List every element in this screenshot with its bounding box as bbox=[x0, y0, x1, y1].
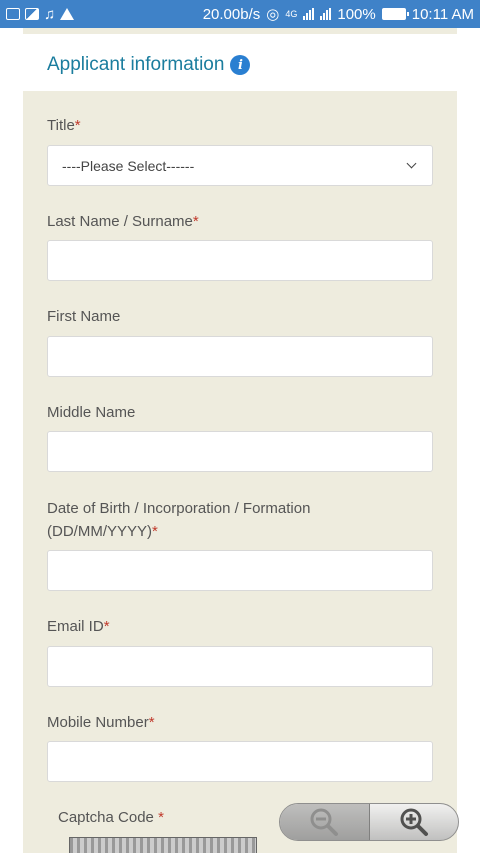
battery-percent: 100% bbox=[337, 5, 376, 23]
mobile-input[interactable] bbox=[47, 741, 433, 782]
required-marker: * bbox=[148, 714, 155, 731]
title-select-value: ----Please Select------ bbox=[62, 157, 195, 174]
music-icon: ♫ bbox=[44, 5, 56, 23]
clock: 10:11 AM bbox=[411, 5, 474, 23]
previous-panel-edge bbox=[23, 28, 457, 34]
required-marker: * bbox=[152, 523, 158, 540]
captcha-label: Captcha Code * bbox=[58, 809, 164, 826]
email-label: Email ID* bbox=[47, 618, 110, 635]
captcha-image bbox=[69, 837, 257, 853]
notification-icons: ♫ bbox=[6, 5, 75, 23]
last-name-input[interactable] bbox=[47, 240, 433, 281]
first-name-label: First Name bbox=[47, 308, 121, 325]
status-bar: ♫ 20.00b/s ◎ 4G 100% 10:11 AM bbox=[0, 0, 480, 28]
zoom-out-button[interactable] bbox=[280, 804, 370, 840]
message-icon bbox=[6, 8, 20, 20]
signal-icon bbox=[303, 8, 315, 20]
middle-name-input[interactable] bbox=[47, 431, 433, 472]
title-label: Title* bbox=[47, 117, 81, 134]
required-marker: * bbox=[192, 213, 199, 230]
network-speed: 20.00b/s bbox=[202, 5, 261, 23]
required-marker: * bbox=[74, 117, 81, 134]
warning-icon bbox=[60, 8, 75, 20]
section-title: Applicant information i bbox=[47, 54, 251, 76]
status-indicators: 20.00b/s ◎ 4G 100% 10:11 AM bbox=[202, 5, 474, 24]
image-icon bbox=[25, 8, 39, 20]
info-icon[interactable]: i bbox=[230, 55, 251, 75]
network-type: 4G bbox=[285, 9, 298, 19]
zoom-out-icon bbox=[310, 808, 339, 836]
first-name-input[interactable] bbox=[47, 336, 433, 377]
title-select[interactable]: ----Please Select------ bbox=[47, 145, 433, 186]
middle-name-label: Middle Name bbox=[47, 404, 136, 421]
hotspot-icon: ◎ bbox=[266, 6, 280, 23]
mobile-label: Mobile Number* bbox=[47, 714, 155, 731]
required-marker: * bbox=[158, 809, 164, 826]
battery-icon bbox=[381, 8, 409, 20]
chevron-down-icon bbox=[406, 158, 417, 169]
signal-icon-2 bbox=[320, 8, 332, 20]
zoom-control bbox=[279, 803, 459, 841]
dob-label: Date of Birth / Incorporation / Formatio… bbox=[47, 500, 311, 540]
required-marker: * bbox=[103, 618, 110, 635]
section-title-text: Applicant information bbox=[47, 54, 225, 75]
zoom-in-button[interactable] bbox=[370, 804, 459, 840]
form-panel bbox=[23, 91, 457, 853]
last-name-label: Last Name / Surname* bbox=[47, 213, 199, 230]
email-input[interactable] bbox=[47, 646, 433, 687]
dob-input[interactable] bbox=[47, 550, 433, 591]
zoom-in-icon bbox=[400, 808, 428, 836]
